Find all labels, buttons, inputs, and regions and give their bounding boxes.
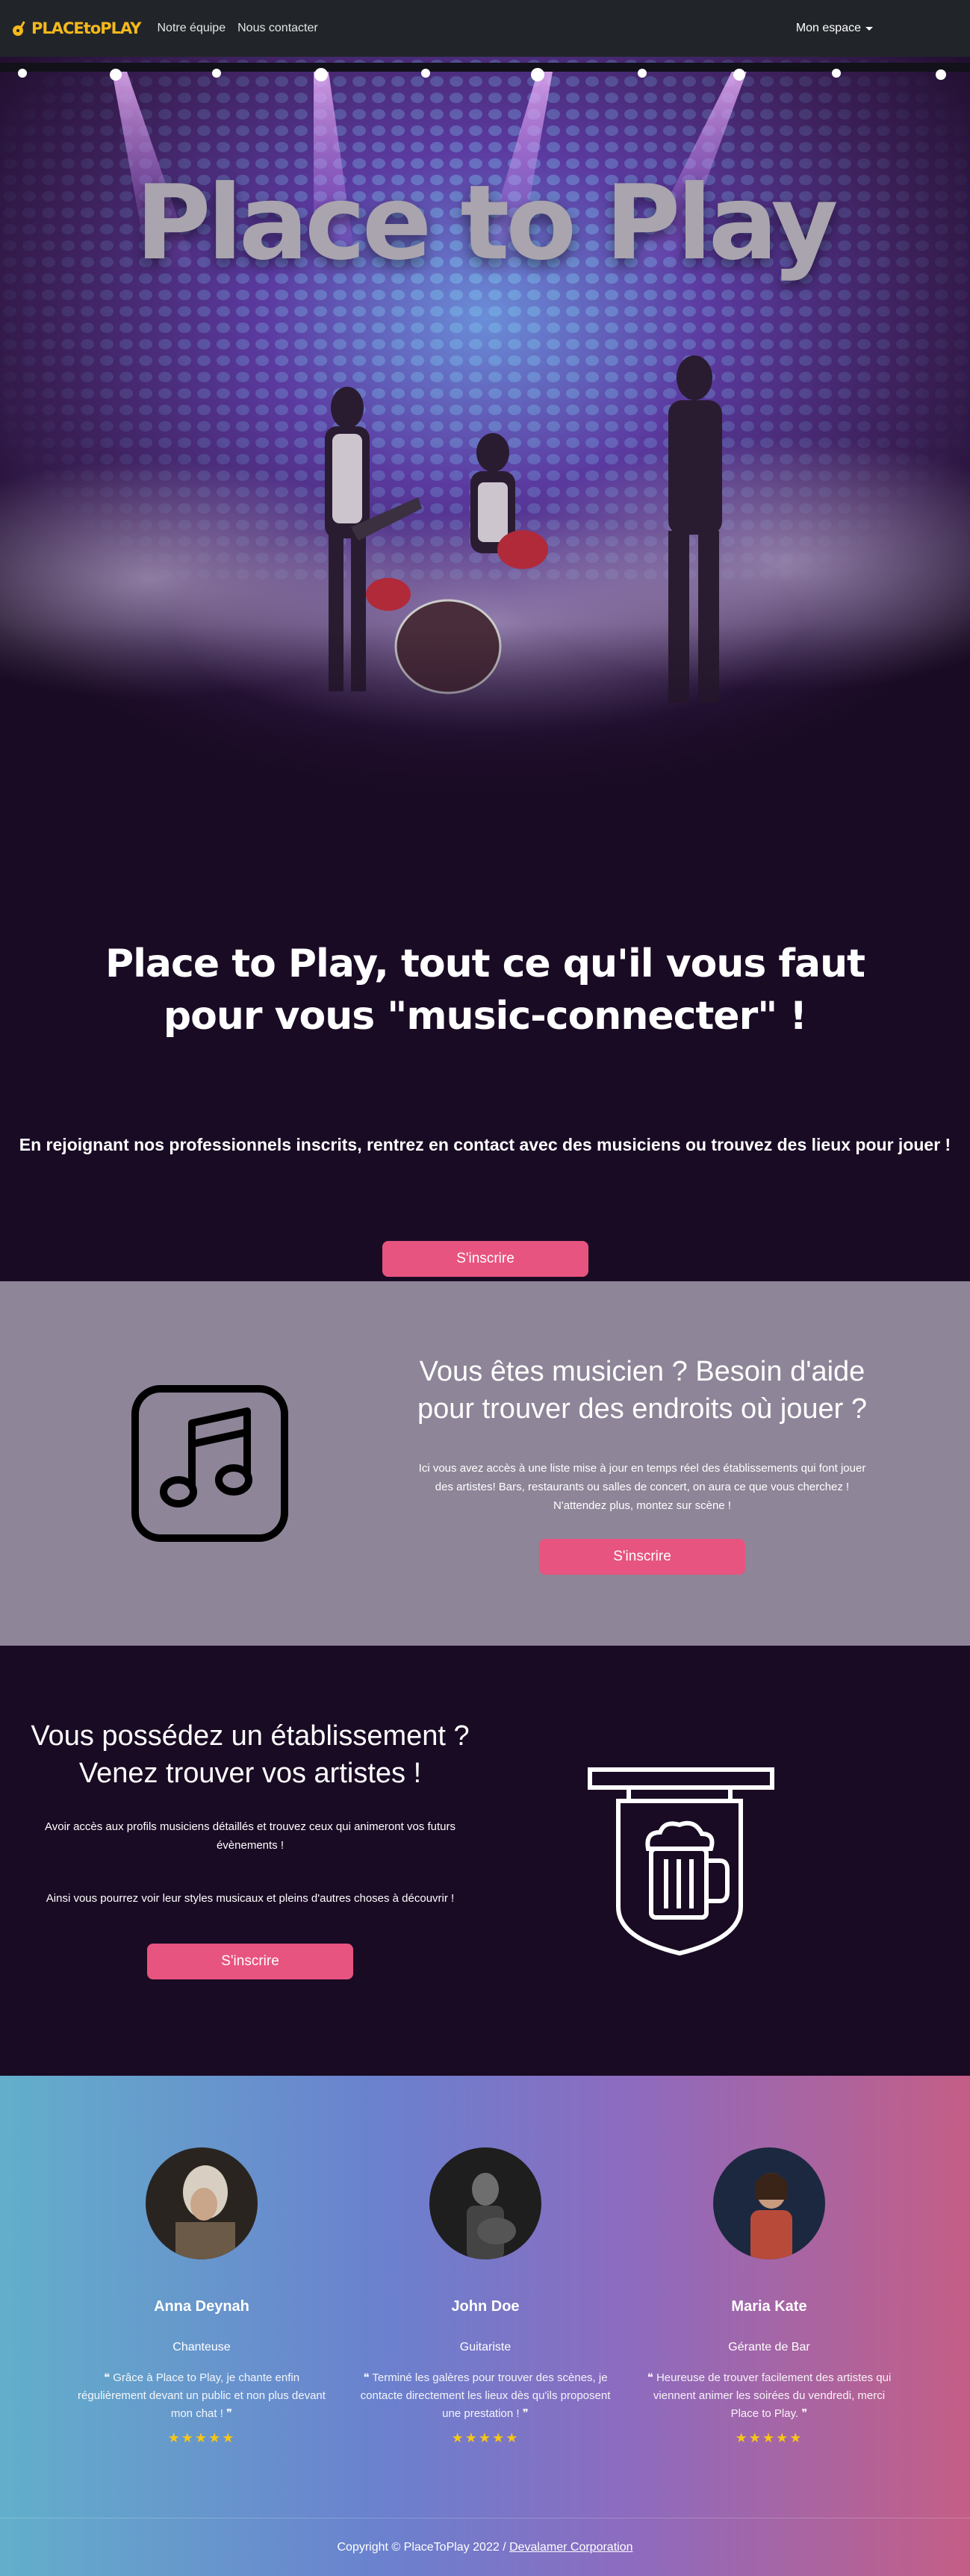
testimonial-name: Anna Deynah [154, 2298, 249, 2315]
venue-section: Vous possédez un établissement ? Venez t… [0, 1646, 970, 2076]
testimonial-card: John Doe Guitariste ❝ Terminé les galère… [343, 2147, 627, 2446]
venue-title: Vous possédez un établissement ? Venez t… [31, 1720, 470, 1789]
nav-link-contact[interactable]: Nous contacter [237, 22, 318, 35]
hero-fade-overlay [0, 624, 970, 818]
venue-text-2: Ainsi vous pourrez voir leur styles musi… [46, 1892, 455, 1905]
venue-text-1: Avoir accès aux profils musiciens détail… [45, 1820, 456, 1852]
avatar [429, 2147, 541, 2259]
hero-headline: Place to Play, tout ce qu'il vous faut p… [105, 942, 865, 1039]
musician-signup-button[interactable]: S'inscrire [539, 1539, 745, 1575]
caret-down-icon [865, 26, 873, 31]
account-dropdown[interactable]: Mon espace [796, 22, 873, 35]
avatar [146, 2147, 258, 2259]
rating-stars-icon: ★★★★★ [735, 2430, 803, 2445]
testimonial-quote: ❝ Heureuse de trouver facilement des art… [647, 2371, 892, 2420]
testimonial-quote: ❝ Terminé les galères pour trouver des s… [360, 2371, 611, 2420]
nav-link-team[interactable]: Notre équipe [157, 22, 226, 35]
footer-copyright: Copyright © PlaceToPlay 2022 / [337, 2541, 510, 2554]
testimonial-card: Maria Kate Gérante de Bar ❝ Heureuse de … [627, 2147, 911, 2446]
hero-section: Place to Play Place to Play, tout ce qu'… [0, 57, 970, 1281]
testimonials-section: Anna Deynah Chanteuse ❝ Grâce à Place to… [0, 2076, 970, 2576]
testimonial-role: Chanteuse [172, 2341, 231, 2353]
musician-section: Vous êtes musicien ? Besoin d'aide pour … [0, 1281, 970, 1646]
rating-stars-icon: ★★★★★ [451, 2430, 520, 2445]
hero-title: Place to Play [135, 163, 838, 283]
rating-stars-icon: ★★★★★ [167, 2430, 236, 2445]
testimonial-role: Gérante de Bar [728, 2341, 810, 2353]
testimonial-name: Maria Kate [731, 2298, 807, 2315]
brand-logo[interactable]: PLACEtoPLAY [10, 19, 141, 38]
guitar-logo-icon [13, 21, 25, 36]
logo-text: PLACEtoPLAY [31, 19, 141, 37]
music-note-icon [131, 1385, 288, 1542]
testimonial-role: Guitariste [459, 2341, 512, 2353]
testimonial-card: Anna Deynah Chanteuse ❝ Grâce à Place to… [60, 2147, 343, 2446]
footer: Copyright © PlaceToPlay 2022 / Devalamer… [0, 2518, 970, 2576]
avatar [713, 2147, 825, 2259]
testimonial-quote: ❝ Grâce à Place to Play, je chante enfin… [78, 2371, 326, 2420]
musician-title: Vous êtes musicien ? Besoin d'aide pour … [417, 1356, 868, 1425]
hero-subtitle: En rejoignant nos professionnels inscrit… [19, 1135, 951, 1154]
account-dropdown-label: Mon espace [795, 22, 861, 34]
musician-text: Ici vous avez accès à une liste mise à j… [418, 1462, 866, 1512]
venue-signup-button[interactable]: S'inscrire [147, 1944, 353, 1979]
testimonial-name: John Doe [451, 2298, 520, 2315]
footer-company-link[interactable]: Devalamer Corporation [509, 2541, 632, 2554]
beer-sign-icon [588, 1767, 774, 1956]
hero-signup-button[interactable]: S'inscrire [382, 1241, 588, 1277]
navbar: PLACEtoPLAY Notre équipe Nous contacter … [0, 0, 970, 57]
